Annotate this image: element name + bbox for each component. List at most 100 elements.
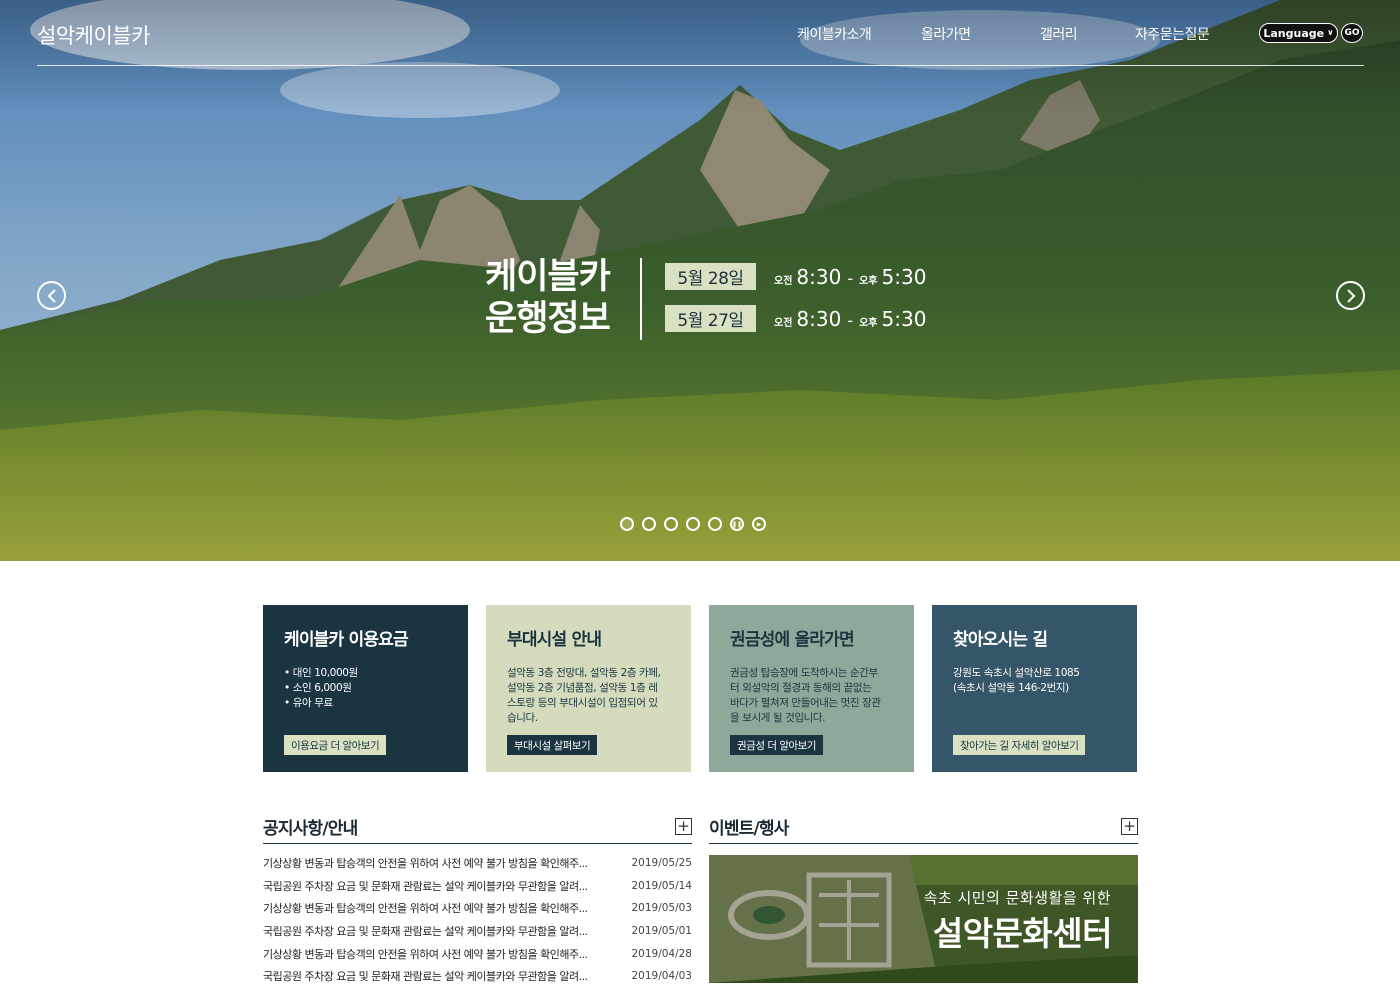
events-title: 이벤트/행사: [709, 819, 789, 839]
schedule-row: 5월 27일 오전 8:30 - 오후 5:30: [665, 305, 926, 332]
chevron-right-icon: [1346, 288, 1355, 303]
slider-dot[interactable]: [686, 517, 700, 531]
slider-next-button[interactable]: [1336, 281, 1365, 310]
end-ampm: 오후: [859, 317, 878, 329]
list-item[interactable]: 국립공원 주차장 요금 및 문화재 관람료는 설악 케이블카와 무관함을 알려.…: [263, 875, 692, 898]
slider-prev-button[interactable]: [37, 281, 66, 310]
top-navigation: 설악케이블카 케이블카소개 올라가면 갤러리 자주묻는질문 Language ∨…: [37, 0, 1364, 66]
language-go-button[interactable]: GO: [1341, 23, 1363, 43]
notice-title[interactable]: 국립공원 주차장 요금 및 문화재 관람료는 설악 케이블카와 무관함을 알려.…: [263, 968, 603, 984]
schedule-date: 5월 28일: [665, 263, 756, 290]
card-facilities: 부대시설 안내 설악동 3층 전망대, 설악동 2층 카페, 설악동 2층 기념…: [486, 605, 691, 772]
notice-date: 2019/04/28: [631, 947, 692, 960]
start-ampm: 오전: [774, 275, 793, 287]
slider-dot[interactable]: [620, 517, 634, 531]
operation-title-line2: 운행정보: [485, 299, 611, 339]
time-separator: -: [847, 310, 854, 330]
end-time: 5:30: [881, 306, 927, 331]
card-gwongeumseong: 권금성에 올라가면 권금성 탑승장에 도착하시는 순간부 터 외설악의 절경과 …: [709, 605, 914, 772]
pause-icon[interactable]: ❚❚: [730, 517, 744, 531]
list-item[interactable]: 기상상황 변동과 탑승객의 안전을 위하여 사전 예약 불가 방침을 확인해주.…: [263, 897, 692, 920]
nav-item-gallery[interactable]: 갤러리: [1040, 24, 1078, 44]
fares-more-button[interactable]: 이용요금 더 알아보기: [284, 735, 387, 755]
card-line: 권금성 탑승장에 도착하시는 순간부: [730, 667, 878, 679]
schedule-row: 5월 28일 오전 8:30 - 오후 5:30: [665, 263, 926, 290]
notice-title[interactable]: 기상상황 변동과 탑승객의 안전을 위하여 사전 예약 불가 방침을 확인해주.…: [263, 855, 603, 871]
notice-date: 2019/05/01: [631, 925, 692, 938]
hero-slider: 설악케이블카 케이블카소개 올라가면 갤러리 자주묻는질문 Language ∨…: [0, 0, 1400, 561]
card-body: 설악동 3층 전망대, 설악동 2층 카페, 설악동 2층 기념품점, 설악동 …: [507, 666, 670, 726]
card-line: 을 보시게 될 것입니다.: [730, 712, 826, 724]
schedule-date: 5월 27일: [665, 305, 756, 332]
plus-icon: +: [677, 817, 690, 835]
slider-dot[interactable]: [642, 517, 656, 531]
card-line: 바다가 펼쳐져 만들어내는 멋진 장관: [730, 697, 881, 709]
notice-title[interactable]: 기상상황 변동과 탑승객의 안전을 위하여 사전 예약 불가 방침을 확인해주.…: [263, 946, 603, 962]
notices-title: 공지사항/안내: [263, 819, 358, 839]
notice-title[interactable]: 기상상황 변동과 탑승객의 안전을 위하여 사전 예약 불가 방침을 확인해주.…: [263, 900, 603, 916]
directions-more-button[interactable]: 찾아가는 길 자세히 알아보기: [953, 735, 1086, 755]
list-item[interactable]: 기상상황 변동과 탑승객의 안전을 위하여 사전 예약 불가 방침을 확인해주.…: [263, 942, 692, 965]
card-title: 부대시설 안내: [507, 630, 602, 650]
operation-title-line1: 케이블카: [485, 257, 611, 297]
list-item[interactable]: 국립공원 주차장 요금 및 문화재 관람료는 설악 케이블카와 무관함을 알려.…: [263, 920, 692, 943]
language-select[interactable]: Language ∨: [1259, 23, 1338, 43]
schedule-time: 오전 8:30 - 오후 5:30: [774, 307, 926, 331]
slider-dot[interactable]: [664, 517, 678, 531]
card-title: 케이블카 이용요금: [284, 630, 409, 650]
card-line: (속초시 설악동 146-2번지): [953, 682, 1069, 694]
operation-divider: [640, 258, 642, 340]
event-banner-subtitle: 속초 시민의 문화생활을 위한: [923, 889, 1111, 907]
card-line: 터 외설악의 절경과 동해의 끝없는: [730, 682, 872, 694]
event-banner-title: 설악문화센터: [932, 914, 1113, 953]
events-more-button[interactable]: +: [1121, 818, 1138, 835]
gwongeumseong-more-button[interactable]: 권금성 더 알아보기: [730, 735, 823, 755]
plus-icon: +: [1123, 817, 1136, 835]
notice-date: 2019/05/14: [631, 879, 692, 892]
nav-item-cablecar-intro[interactable]: 케이블카소개: [797, 24, 872, 44]
time-separator: -: [847, 268, 854, 288]
card-body: 권금성 탑승장에 도착하시는 순간부 터 외설악의 절경과 동해의 끝없는 바다…: [730, 666, 893, 726]
start-ampm: 오전: [774, 317, 793, 329]
chevron-left-icon: [47, 288, 56, 303]
card-title: 권금성에 올라가면: [730, 630, 855, 650]
language-label: Language: [1263, 26, 1325, 40]
start-time: 8:30: [796, 306, 842, 331]
card-fares: 케이블카 이용요금 • 대인 10,000원 • 소인 6,000원 • 유아 …: [263, 605, 468, 772]
card-line: 스토랑 등의 부대시설이 입점되어 있: [507, 697, 658, 709]
list-item[interactable]: 국립공원 주차장 요금 및 문화재 관람료는 설악 케이블카와 무관함을 알려.…: [263, 965, 692, 988]
card-line: 설악동 3층 전망대, 설악동 2층 카페,: [507, 667, 661, 679]
site-logo[interactable]: 설악케이블카: [37, 20, 150, 50]
events-header: 이벤트/행사 +: [709, 814, 1138, 844]
event-banner[interactable]: 속초 시민의 문화생활을 위한 설악문화센터: [709, 855, 1138, 983]
schedule-time: 오전 8:30 - 오후 5:30: [774, 265, 926, 289]
card-line: 습니다.: [507, 712, 538, 724]
notice-date: 2019/05/03: [631, 902, 692, 915]
slider-dot[interactable]: [708, 517, 722, 531]
nav-item-faq[interactable]: 자주묻는질문: [1135, 24, 1210, 44]
facilities-more-button[interactable]: 부대시설 살펴보기: [507, 735, 598, 755]
nav-item-going-up[interactable]: 올라가면: [921, 24, 971, 44]
notice-date: 2019/04/03: [631, 970, 692, 983]
end-time: 5:30: [881, 264, 927, 289]
slider-pagination: ❚❚ ▶: [620, 517, 766, 531]
card-body: • 대인 10,000원 • 소인 6,000원 • 유아 무료: [284, 666, 447, 711]
operation-info-title: 케이블카 운행정보: [485, 256, 611, 340]
card-body: 강원도 속초시 설악산로 1085 (속초시 설악동 146-2번지): [953, 666, 1116, 696]
notice-date: 2019/05/25: [631, 857, 692, 870]
list-item[interactable]: 기상상황 변동과 탑승객의 안전을 위하여 사전 예약 불가 방침을 확인해주.…: [263, 852, 692, 875]
card-line: 설악동 2층 기념품점, 설악동 1층 레: [507, 682, 658, 694]
card-directions: 찾아오시는 길 강원도 속초시 설악산로 1085 (속초시 설악동 146-2…: [932, 605, 1137, 772]
play-icon[interactable]: ▶: [752, 517, 766, 531]
card-line: 강원도 속초시 설악산로 1085: [953, 667, 1080, 679]
start-time: 8:30: [796, 264, 842, 289]
card-title: 찾아오시는 길: [953, 630, 1048, 650]
notices-header: 공지사항/안내 +: [263, 814, 692, 844]
chevron-down-icon: ∨: [1327, 27, 1334, 37]
card-line: • 소인 6,000원: [284, 682, 352, 694]
notices-more-button[interactable]: +: [675, 818, 692, 835]
end-ampm: 오후: [859, 275, 878, 287]
notice-title[interactable]: 국립공원 주차장 요금 및 문화재 관람료는 설악 케이블카와 무관함을 알려.…: [263, 878, 603, 894]
notice-list: 기상상황 변동과 탑승객의 안전을 위하여 사전 예약 불가 방침을 확인해주.…: [263, 852, 692, 988]
notice-title[interactable]: 국립공원 주차장 요금 및 문화재 관람료는 설악 케이블카와 무관함을 알려.…: [263, 923, 603, 939]
